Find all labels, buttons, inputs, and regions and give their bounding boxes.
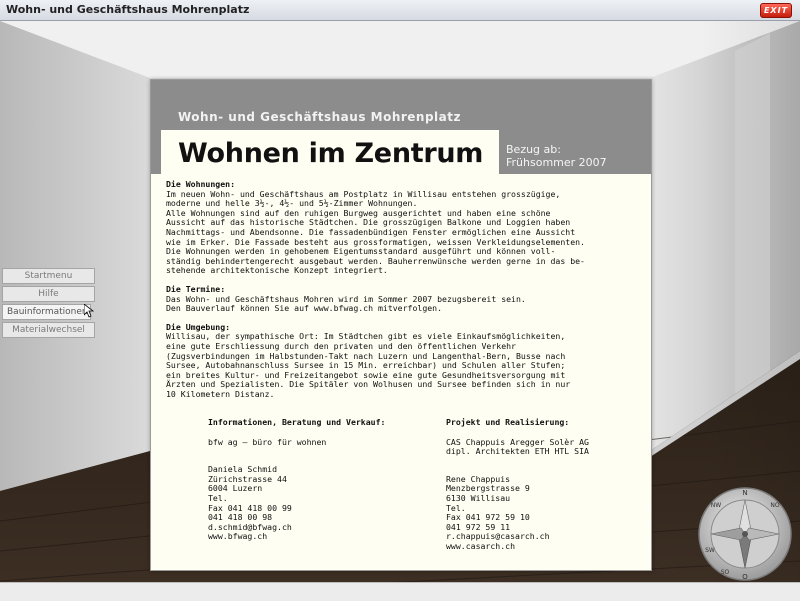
menu-item-building-info[interactable]: Bauinformationen	[2, 304, 91, 320]
panel-header: Wohn- und Geschäftshaus Mohrenplatz Wohn…	[151, 80, 651, 174]
section-text: Im neuen Wohn- und Geschäftshaus am Post…	[166, 188, 585, 276]
panel-subtitle: Wohn- und Geschäftshaus Mohrenplatz	[178, 110, 461, 124]
section-dates: Die Termine: Das Wohn- und Geschäftshaus…	[166, 284, 636, 314]
contact-project: Projekt und Realisierung: CAS Chappuis A…	[446, 417, 589, 552]
panel-headline: Wohnen im Zentrum	[178, 138, 484, 169]
compass-rose-icon[interactable]: N NW SW SO O NO	[697, 486, 793, 582]
menu-item-startmenu[interactable]: Startmenu	[2, 268, 95, 284]
section-text: Willisau, der sympathische Ort: Im Städt…	[166, 331, 571, 399]
menu-item-help[interactable]: Hilfe	[2, 286, 95, 302]
panel-body: Die Wohnungen: Im neuen Wohn- und Geschä…	[166, 179, 636, 408]
side-menu: Startmenu Hilfe Bauinformationen Materia…	[2, 268, 95, 340]
contact-website[interactable]: www.bfwag.ch	[208, 532, 385, 542]
move-in-date: Frühsommer 2007	[506, 156, 607, 169]
building-info-panel: Wohn- und Geschäftshaus Mohrenplatz Wohn…	[150, 79, 652, 571]
exit-button[interactable]: EXIT	[760, 3, 792, 18]
contact-heading: Projekt und Realisierung:	[446, 417, 570, 427]
bottom-strip	[0, 582, 800, 601]
compass-label: SW	[705, 547, 715, 554]
contact-city: 6130 Willisau	[446, 492, 511, 503]
move-in-label: Bezug ab:	[506, 143, 561, 156]
compass-label: NW	[711, 502, 721, 509]
contact-city: 6004 Luzern	[208, 483, 263, 494]
section-surroundings: Die Umgebung: Willisau, der sympathische…	[166, 322, 636, 400]
contact-firm: bfw ag — büro für wohnen	[208, 436, 327, 447]
menu-item-material-change[interactable]: Materialwechsel	[2, 322, 95, 338]
section-text: Das Wohn- und Geschäftshaus Mohren wird …	[166, 293, 526, 314]
contact-heading: Informationen, Beratung und Verkauf:	[208, 417, 386, 427]
section-apartments: Die Wohnungen: Im neuen Wohn- und Geschä…	[166, 179, 636, 276]
contact-firm-subtitle: dipl. Architekten ETH HTL SIA	[446, 446, 589, 457]
move-in-info: Bezug ab: Frühsommer 2007	[506, 143, 607, 169]
compass-label: NO	[770, 502, 779, 509]
mouse-cursor-icon	[84, 304, 94, 318]
window-title: Wohn- und Geschäftshaus Mohrenplatz	[6, 3, 250, 16]
contact-sales: Informationen, Beratung und Verkauf: bfw…	[208, 417, 386, 542]
compass-label: SO	[721, 569, 730, 576]
compass-label: N	[742, 489, 747, 497]
headline-box: Wohnen im Zentrum	[161, 130, 499, 174]
window-title-bar: Wohn- und Geschäftshaus Mohrenplatz EXIT	[0, 0, 800, 21]
compass-label: O	[742, 573, 748, 581]
contact-website[interactable]: www.casarch.ch	[446, 541, 589, 552]
